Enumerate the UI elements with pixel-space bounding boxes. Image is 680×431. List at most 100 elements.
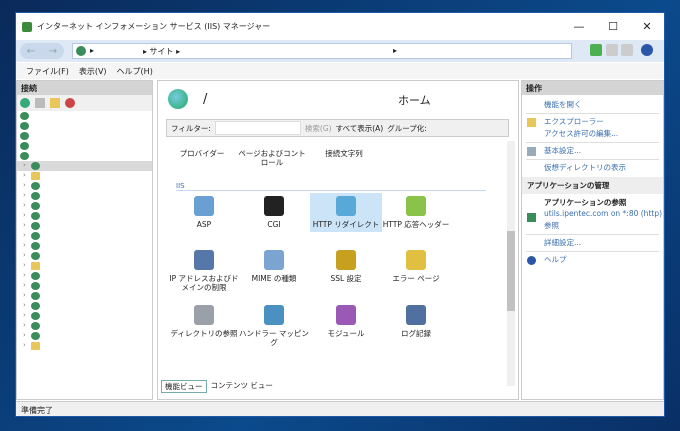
features-scrollbar[interactable] (507, 141, 515, 386)
feature-icon (336, 196, 356, 216)
tree-item[interactable]: › (17, 261, 152, 271)
feature-item[interactable]: HTTP リダイレクト (310, 193, 382, 232)
expand-arrow-icon[interactable]: › (23, 281, 26, 289)
tree-item[interactable]: › (17, 231, 152, 241)
feature-item[interactable]: SSL 設定 (310, 247, 382, 286)
tree-item[interactable] (17, 131, 152, 141)
feature-item[interactable]: モジュール (310, 302, 382, 341)
feature-item[interactable]: ログ記録 (380, 302, 452, 341)
menu-help[interactable]: ヘルプ(H) (117, 66, 153, 77)
breadcrumb-server[interactable]: ▸ (90, 46, 94, 55)
expand-arrow-icon[interactable]: › (23, 231, 26, 239)
disconnect-icon[interactable] (65, 98, 75, 108)
expand-arrow-icon[interactable]: › (23, 301, 26, 309)
action-edit-permissions[interactable]: アクセス許可の編集... (522, 128, 663, 140)
minimize-button[interactable]: — (562, 13, 596, 40)
help-icon[interactable] (641, 44, 653, 56)
stop-icon[interactable] (606, 44, 618, 56)
group-by-label[interactable]: グループ化: (387, 123, 427, 134)
expand-arrow-icon[interactable]: › (23, 221, 26, 229)
expand-arrow-icon[interactable]: › (23, 191, 26, 199)
action-view-virtual-dirs[interactable]: 仮想ディレクトリの表示 (522, 162, 663, 174)
feature-providers[interactable]: プロバイダー (166, 149, 238, 158)
tree-item[interactable]: › (17, 241, 152, 251)
tree-item[interactable] (17, 141, 152, 151)
maximize-button[interactable]: ☐ (596, 13, 630, 40)
expand-arrow-icon[interactable]: › (23, 201, 26, 209)
expand-arrow-icon[interactable]: › (23, 261, 26, 269)
tree-item[interactable]: › (17, 201, 152, 211)
breadcrumb[interactable]: ▸ ▸ サイト ▸ ▸ (72, 43, 572, 59)
breadcrumb-sites[interactable]: ▸ サイト ▸ (143, 46, 180, 57)
tree-item[interactable]: › (17, 271, 152, 281)
menu-file[interactable]: ファイル(F) (26, 66, 69, 77)
tab-content-view[interactable]: コンテンツ ビュー (211, 380, 273, 393)
tree-item[interactable]: › (17, 251, 152, 261)
filter-input[interactable] (214, 121, 301, 135)
tree-item[interactable]: › (17, 211, 152, 221)
feature-pages-controls[interactable]: ページおよびコントロール (236, 149, 308, 167)
help-icon (527, 256, 536, 265)
feature-connection-strings[interactable]: 接続文字列 (308, 149, 380, 158)
close-button[interactable]: ✕ (630, 13, 664, 40)
feature-item[interactable]: MIME の種類 (238, 247, 310, 286)
action-help[interactable]: ヘルプ (522, 254, 663, 266)
group-header-iis[interactable]: IIS (176, 182, 486, 191)
feature-item[interactable]: ASP (168, 193, 240, 232)
action-browse-link-2[interactable]: 参照 (522, 220, 663, 232)
app-management-header[interactable]: アプリケーションの管理 (522, 177, 663, 194)
tab-features-view[interactable]: 機能ビュー (161, 380, 207, 393)
tree-item[interactable]: › (17, 171, 152, 181)
expand-arrow-icon[interactable]: › (23, 271, 26, 279)
tree-item[interactable] (17, 151, 152, 161)
expand-arrow-icon[interactable]: › (23, 181, 26, 189)
expand-arrow-icon[interactable]: › (23, 171, 26, 179)
feature-item[interactable]: IP アドレスおよびドメインの制限 (168, 247, 240, 295)
menu-view[interactable]: 表示(V) (79, 66, 107, 77)
feature-item[interactable]: エラー ページ (380, 247, 452, 286)
refresh-icon[interactable] (590, 44, 602, 56)
tree-item[interactable]: › (17, 281, 152, 291)
save-icon[interactable] (35, 98, 45, 108)
expand-arrow-icon[interactable]: › (23, 211, 26, 219)
tree-item[interactable]: › (17, 161, 152, 171)
action-open-feature[interactable]: 機能を開く (522, 99, 663, 111)
tree-item[interactable]: › (17, 331, 152, 341)
home-icon[interactable] (621, 44, 633, 56)
feature-item[interactable]: ハンドラー マッピング (238, 302, 310, 350)
expand-arrow-icon[interactable]: › (23, 331, 26, 339)
expand-arrow-icon[interactable]: › (23, 161, 26, 169)
action-advanced-settings[interactable]: 詳細設定... (522, 237, 663, 249)
connect-icon[interactable] (20, 98, 30, 108)
expand-arrow-icon[interactable]: › (23, 251, 26, 259)
tree-item[interactable] (17, 121, 152, 131)
connections-tree[interactable]: › › › › › › › › › › › › › › › › › › › (17, 111, 152, 351)
breadcrumb-site[interactable]: ▸ (393, 46, 397, 55)
tree-item[interactable]: › (17, 311, 152, 321)
search-button[interactable]: 検索(G) (305, 123, 332, 134)
expand-arrow-icon[interactable]: › (23, 341, 26, 349)
expand-arrow-icon[interactable]: › (23, 291, 26, 299)
forward-button[interactable]: → (49, 46, 57, 57)
feature-item[interactable]: ディレクトリの参照 (168, 302, 240, 341)
feature-item[interactable]: HTTP 応答ヘッダー (380, 193, 452, 232)
action-basic-settings[interactable]: 基本設定... (522, 145, 663, 157)
tree-item[interactable]: › (17, 221, 152, 231)
tree-item[interactable]: › (17, 181, 152, 191)
action-explore[interactable]: エクスプローラー (522, 116, 663, 128)
action-browse-link[interactable]: utils.ipentec.com on *:80 (http) (522, 208, 663, 222)
tree-item[interactable]: › (17, 191, 152, 201)
tree-item[interactable]: › (17, 291, 152, 301)
feature-item[interactable]: CGI (238, 193, 310, 232)
tree-item[interactable]: › (17, 321, 152, 331)
tree-item[interactable]: › (17, 301, 152, 311)
expand-arrow-icon[interactable]: › (23, 311, 26, 319)
expand-arrow-icon[interactable]: › (23, 321, 26, 329)
up-folder-icon[interactable] (50, 98, 60, 108)
tree-item[interactable] (17, 111, 152, 121)
show-all-button[interactable]: すべて表示(A) (336, 123, 384, 134)
globe-icon (31, 202, 40, 210)
back-button[interactable]: ← (27, 46, 35, 57)
expand-arrow-icon[interactable]: › (23, 241, 26, 249)
tree-item[interactable]: › (17, 341, 152, 351)
